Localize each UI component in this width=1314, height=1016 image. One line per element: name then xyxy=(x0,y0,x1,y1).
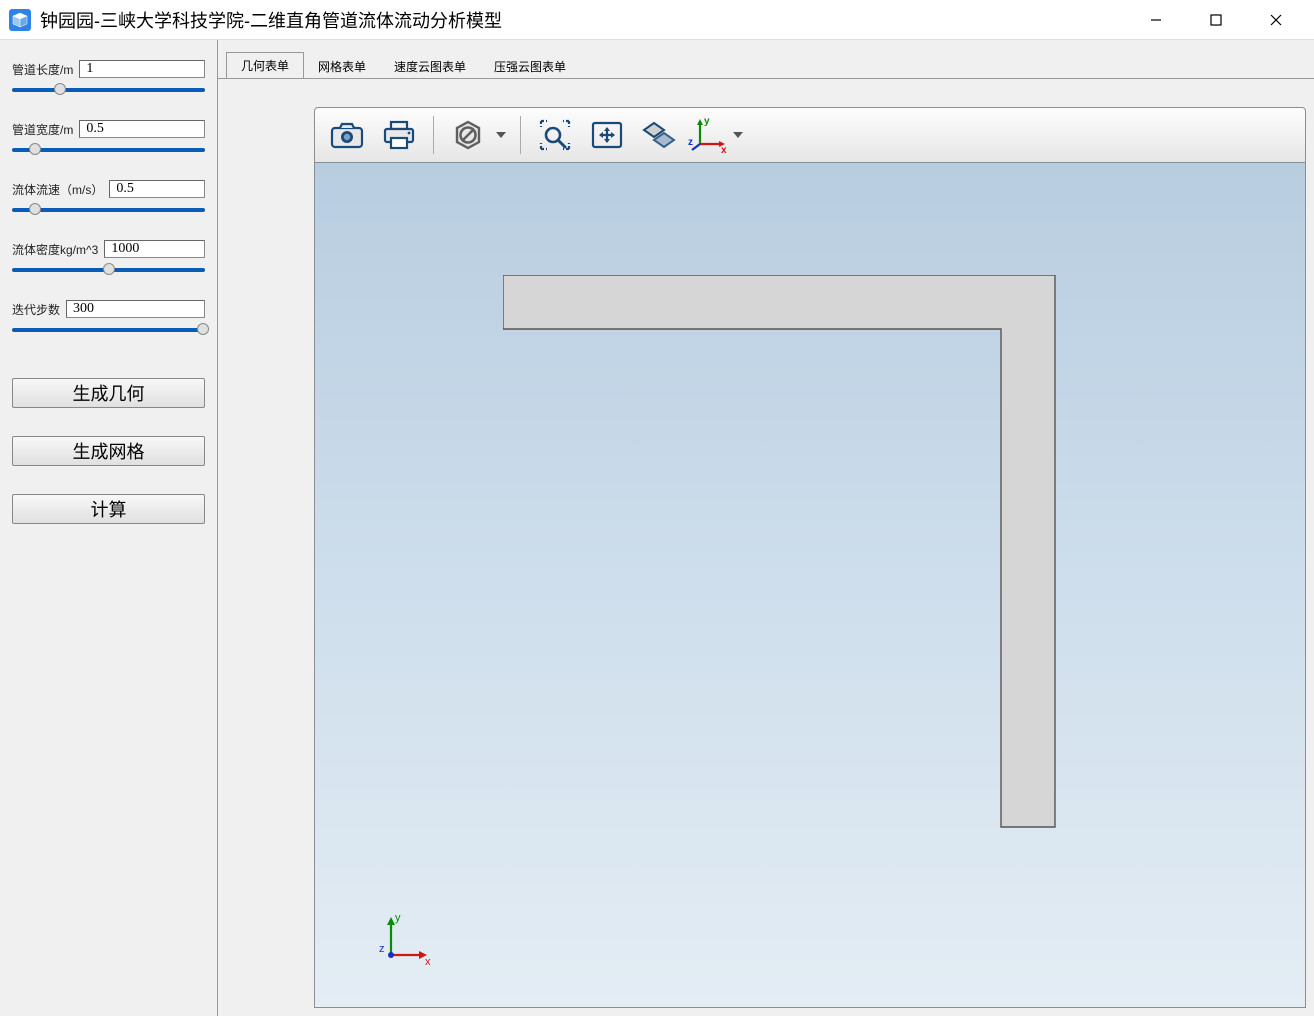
axes-icon: y x z xyxy=(688,116,728,154)
zoom-extents-icon xyxy=(589,119,625,151)
titlebar: 钟园园-三峡大学科技学院-二维直角管道流体流动分析模型 xyxy=(0,0,1314,40)
svg-text:x: x xyxy=(721,145,727,154)
param-pipe-width: 管道宽度/m xyxy=(12,120,205,156)
zoom-box-icon xyxy=(538,118,572,152)
chevron-down-icon xyxy=(492,132,510,138)
axes-dropdown[interactable]: y x z xyxy=(687,113,747,157)
tab-velocity[interactable]: 速度云图表单 xyxy=(380,54,480,79)
maximize-button[interactable] xyxy=(1186,0,1246,40)
content-area: 几何表单 网格表单 速度云图表单 压强云图表单 xyxy=(218,40,1314,1016)
viewer-toolbar: y x z xyxy=(314,107,1306,163)
param-pipe-length: 管道长度/m xyxy=(12,60,205,96)
cancel-icon xyxy=(452,119,484,151)
tab-mesh[interactable]: 网格表单 xyxy=(304,54,380,79)
fluid-density-input[interactable] xyxy=(104,240,205,258)
param-iterations: 迭代步数 xyxy=(12,300,205,336)
minimize-button[interactable] xyxy=(1126,0,1186,40)
cancel-button[interactable] xyxy=(444,113,492,157)
iterations-input[interactable] xyxy=(66,300,205,318)
iterations-slider[interactable] xyxy=(12,322,205,336)
pipe-length-slider[interactable] xyxy=(12,82,205,96)
viewer-canvas[interactable]: y x z xyxy=(314,163,1306,1008)
camera-icon xyxy=(330,121,364,149)
param-label: 流体流速（m/s） xyxy=(12,181,103,198)
toolbar-separator xyxy=(433,116,434,154)
fluid-velocity-input[interactable] xyxy=(109,180,205,198)
pipe-length-input[interactable] xyxy=(79,60,205,78)
cancel-dropdown[interactable] xyxy=(444,113,510,157)
param-label: 流体密度kg/m^3 xyxy=(12,241,98,258)
param-fluid-velocity: 流体流速（m/s） xyxy=(12,180,205,216)
tab-pressure[interactable]: 压强云图表单 xyxy=(480,54,580,79)
svg-text:y: y xyxy=(704,116,710,127)
tab-body: y x z xyxy=(218,78,1314,1016)
zoom-box-button[interactable] xyxy=(531,113,579,157)
pipe-geometry xyxy=(503,275,1063,835)
window-controls xyxy=(1126,0,1306,40)
tab-bar: 几何表单 网格表单 速度云图表单 压强云图表单 xyxy=(218,54,1314,78)
param-label: 迭代步数 xyxy=(12,301,60,318)
zoom-extents-button[interactable] xyxy=(583,113,631,157)
sidebar: 管道长度/m 管道宽度/m 流体流速（m/s） xyxy=(0,40,218,1016)
axis-x-label: x xyxy=(425,956,431,967)
pipe-width-input[interactable] xyxy=(79,120,205,138)
transparency-button[interactable] xyxy=(635,113,683,157)
compute-button[interactable]: 计算 xyxy=(12,494,205,524)
generate-geometry-button[interactable]: 生成几何 xyxy=(12,378,205,408)
axis-y-label: y xyxy=(395,912,401,924)
pipe-width-slider[interactable] xyxy=(12,142,205,156)
param-label: 管道宽度/m xyxy=(12,121,73,138)
tab-geometry[interactable]: 几何表单 xyxy=(226,52,304,79)
transparency-icon xyxy=(642,120,676,150)
app-icon xyxy=(8,8,32,32)
window-title: 钟园园-三峡大学科技学院-二维直角管道流体流动分析模型 xyxy=(40,7,1126,33)
fluid-density-slider[interactable] xyxy=(12,262,205,276)
generate-mesh-button[interactable]: 生成网格 xyxy=(12,436,205,466)
toolbar-separator xyxy=(520,116,521,154)
axis-z-label: z xyxy=(379,943,385,955)
chevron-down-icon xyxy=(729,132,747,138)
param-fluid-density: 流体密度kg/m^3 xyxy=(12,240,205,276)
close-button[interactable] xyxy=(1246,0,1306,40)
fluid-velocity-slider[interactable] xyxy=(12,202,205,216)
print-icon xyxy=(382,120,416,150)
main-area: 管道长度/m 管道宽度/m 流体流速（m/s） xyxy=(0,40,1314,1016)
param-label: 管道长度/m xyxy=(12,61,73,78)
orientation-gizmo: y x z xyxy=(375,911,435,967)
axes-button[interactable]: y x z xyxy=(687,113,729,157)
screenshot-button[interactable] xyxy=(323,113,371,157)
svg-text:z: z xyxy=(688,137,693,148)
print-button[interactable] xyxy=(375,113,423,157)
